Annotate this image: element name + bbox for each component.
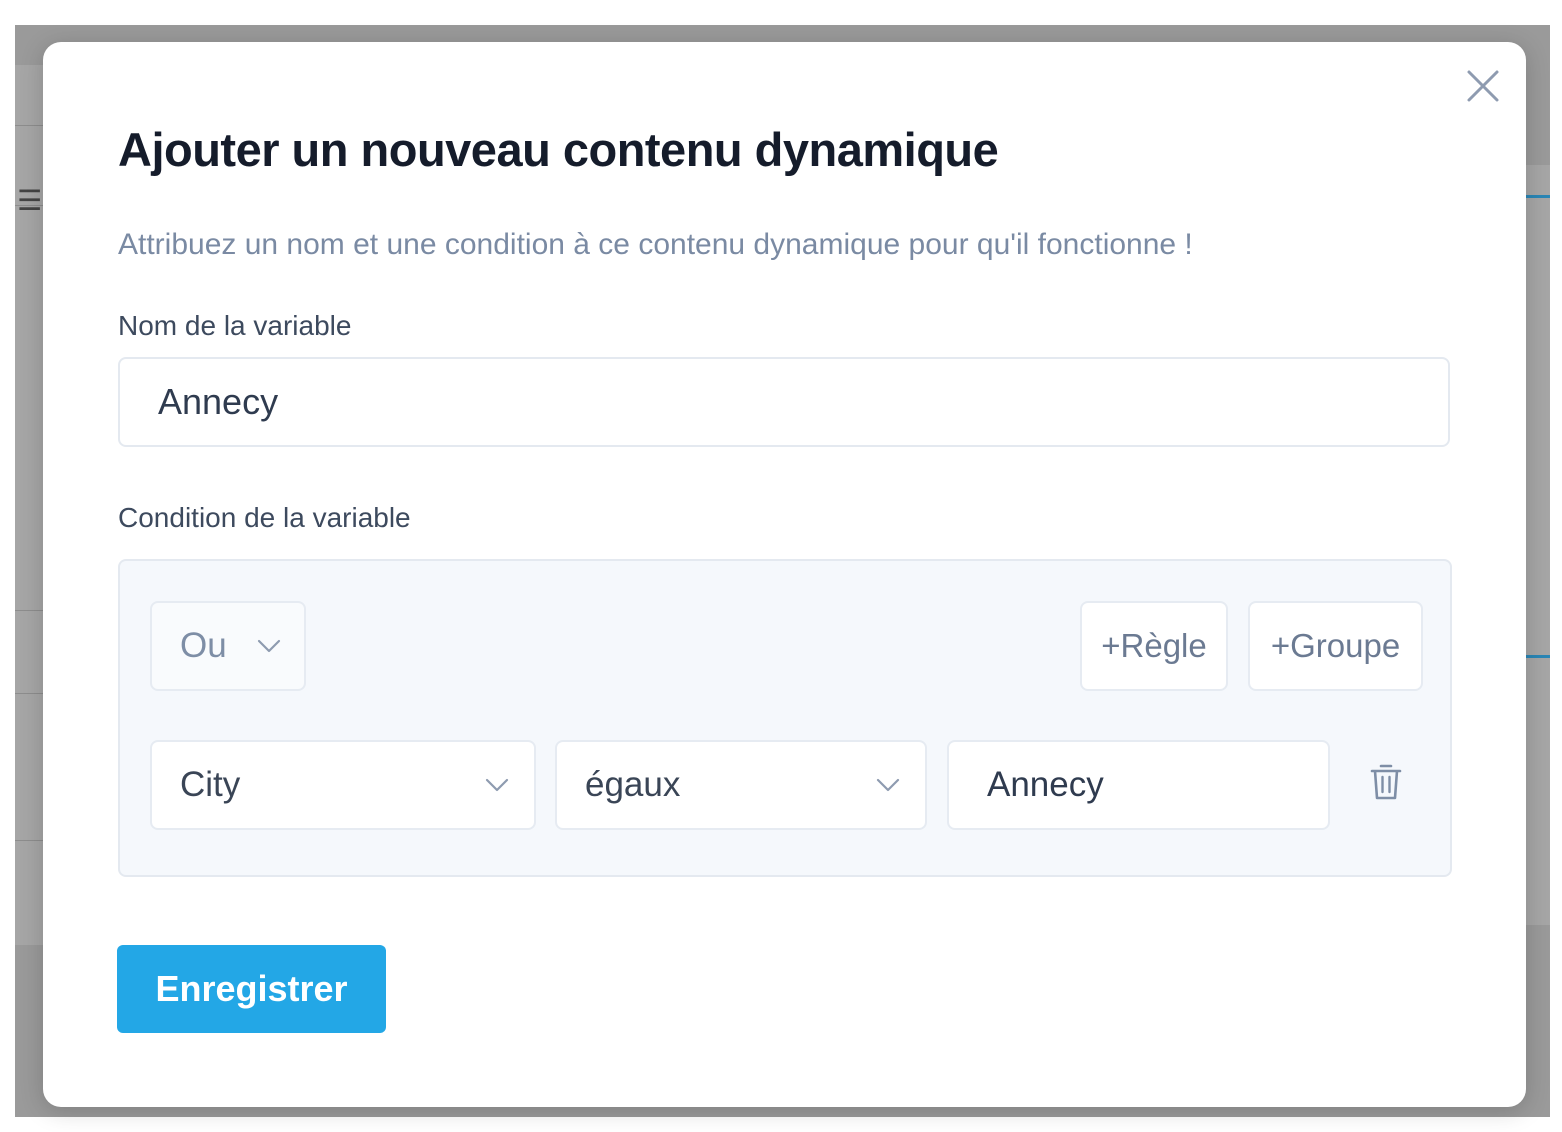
delete-rule-button[interactable] [1365, 758, 1407, 806]
chevron-down-icon [876, 778, 900, 792]
close-icon [1467, 70, 1499, 102]
variable-condition-label: Condition de la variable [118, 502, 411, 533]
variable-name-input[interactable] [118, 357, 1450, 447]
add-group-button[interactable]: +Groupe [1248, 601, 1423, 691]
save-button[interactable]: Enregistrer [117, 945, 386, 1033]
menu-icon: ☰ [17, 185, 43, 216]
dynamic-content-modal: Ajouter un nouveau contenu dynamique Att… [43, 42, 1526, 1107]
condition-builder: Ou +Règle +Groupe City égaux [118, 559, 1452, 877]
add-rule-button[interactable]: +Règle [1080, 601, 1228, 691]
background-sidebar: ☰ [15, 65, 45, 945]
rule-operator-select[interactable]: égaux [555, 740, 927, 830]
trash-icon [1370, 764, 1402, 800]
rule-value-input[interactable] [947, 740, 1330, 830]
chevron-down-icon [485, 778, 509, 792]
logic-operator-select[interactable]: Ou [150, 601, 306, 691]
modal-title: Ajouter un nouveau contenu dynamique [118, 123, 999, 176]
add-rule-label: +Règle [1101, 627, 1207, 664]
rule-field-select[interactable]: City [150, 740, 536, 830]
chevron-down-icon [257, 639, 281, 653]
modal-subtitle: Attribuez un nom et une condition à ce c… [118, 228, 1193, 261]
rule-operator-value: égaux [585, 765, 681, 804]
variable-name-label: Nom de la variable [118, 310, 352, 341]
rule-field-value: City [180, 765, 241, 804]
add-group-label: +Groupe [1270, 627, 1401, 664]
logic-operator-value: Ou [180, 626, 227, 665]
close-button[interactable] [1463, 66, 1503, 106]
